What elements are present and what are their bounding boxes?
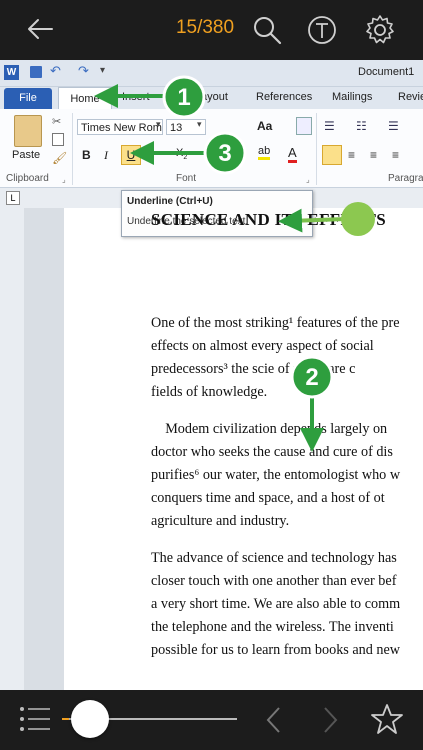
progress-fill: [62, 718, 69, 720]
callout-overlay: [94, 75, 375, 452]
callout-1-label: 1: [177, 84, 191, 111]
prev-icon[interactable]: [262, 704, 286, 741]
star-icon[interactable]: [370, 702, 404, 741]
next-icon[interactable]: [318, 704, 342, 741]
callout-2-label: 2: [305, 364, 319, 391]
callout-3-label: 3: [218, 140, 232, 167]
tooltip-dot: [341, 202, 375, 236]
list-icon[interactable]: [18, 704, 52, 739]
progress-thumb[interactable]: [71, 700, 109, 738]
bottom-bar: [0, 690, 423, 750]
tooltip-arrow: [278, 208, 346, 233]
